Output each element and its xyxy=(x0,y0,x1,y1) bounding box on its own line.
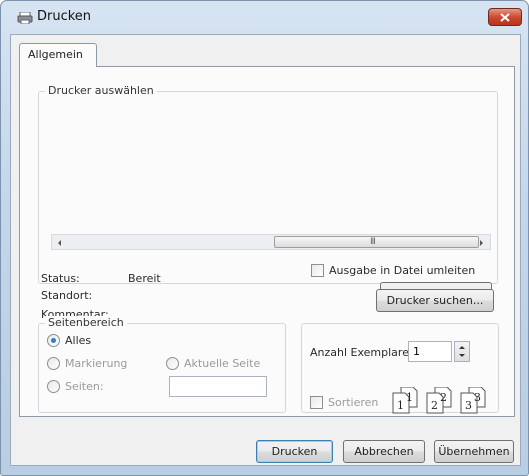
collate-page-back-1: 1 xyxy=(406,391,413,404)
collate-page-front-1: 1 xyxy=(397,399,404,412)
collate-page-back-3: 3 xyxy=(474,391,481,404)
status-label: Status: xyxy=(41,272,80,285)
printer-list[interactable] xyxy=(41,102,495,232)
printer-list-scrollbar[interactable]: III xyxy=(51,234,491,250)
page-range-group: Seitenbereich Alles Markierung Aktuelle … xyxy=(38,316,286,413)
scrollbar-thumb[interactable]: III xyxy=(274,236,479,248)
printer-select-group: Drucker auswählen III Status: Bereit Sta… xyxy=(38,84,498,321)
print-to-file-label[interactable]: Ausgabe in Datei umleiten xyxy=(329,264,475,277)
page-range-selection-label[interactable]: Markierung xyxy=(65,357,127,370)
printer-select-legend: Drucker auswählen xyxy=(45,84,157,97)
location-label: Standort: xyxy=(41,289,93,302)
close-button[interactable] xyxy=(488,8,522,26)
page-range-selection-radio[interactable] xyxy=(47,357,60,370)
scroll-left-icon[interactable] xyxy=(55,238,65,248)
pages-input[interactable] xyxy=(169,376,267,397)
tab-general[interactable]: Allgemein xyxy=(19,43,97,67)
copies-count-input[interactable] xyxy=(408,341,452,362)
dialog-body: Allgemein Drucker auswählen III Status: … xyxy=(10,34,521,466)
collate-page-back-2: 2 xyxy=(440,391,447,404)
page-range-current-label[interactable]: Aktuelle Seite xyxy=(184,357,260,370)
copies-spinner[interactable] xyxy=(454,341,470,362)
close-icon xyxy=(500,13,510,22)
collate-label[interactable]: Sortieren xyxy=(328,396,378,409)
copies-group: Anzahl Exemplare: Sortieren xyxy=(301,323,499,414)
printer-icon xyxy=(17,11,33,25)
status-value: Bereit xyxy=(128,272,161,285)
collate-illustration: 1 1 2 2 3 3 xyxy=(392,386,496,418)
find-printer-button[interactable]: Drucker suchen... xyxy=(376,289,494,312)
page-range-all-label[interactable]: Alles xyxy=(65,334,91,347)
cancel-button[interactable]: Abbrechen xyxy=(343,440,425,463)
print-button[interactable]: Drucken xyxy=(256,440,333,463)
page-range-pages-label[interactable]: Seiten: xyxy=(65,380,104,393)
collate-checkbox[interactable] xyxy=(310,396,323,409)
copies-count-label: Anzahl Exemplare: xyxy=(310,346,413,359)
spinner-arrows-icon xyxy=(459,346,465,357)
window-title: Drucken xyxy=(37,9,92,24)
page-range-all-radio[interactable] xyxy=(47,334,60,347)
print-dialog: Drucken Allgemein Drucker auswählen III … xyxy=(0,0,529,476)
collate-page-front-2: 2 xyxy=(431,399,438,412)
title-bar[interactable]: Drucken xyxy=(1,1,528,33)
scroll-right-icon[interactable] xyxy=(476,238,486,248)
page-range-current-radio[interactable] xyxy=(166,357,179,370)
tab-panel-general: Drucker auswählen III Status: Bereit Sta… xyxy=(19,66,515,417)
page-range-legend: Seitenbereich xyxy=(45,316,127,329)
apply-button[interactable]: Übernehmen xyxy=(434,440,514,463)
collate-pages-icon: 1 1 2 2 3 3 xyxy=(392,386,486,414)
page-range-pages-radio[interactable] xyxy=(47,380,60,393)
tab-label: Allgemein xyxy=(28,48,83,61)
collate-page-front-3: 3 xyxy=(465,399,472,412)
scrollbar-grip: III xyxy=(370,237,376,247)
print-to-file-checkbox[interactable] xyxy=(311,264,324,277)
